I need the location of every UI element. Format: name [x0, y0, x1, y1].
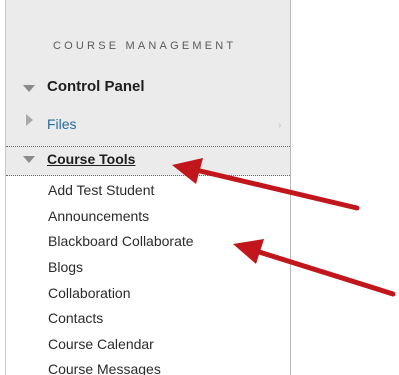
submenu-item-course-messages[interactable]: Course Messages	[48, 361, 161, 375]
submenu-item-blogs[interactable]: Blogs	[48, 259, 83, 275]
files-expand-icon[interactable]	[26, 114, 33, 126]
submenu-item-contacts[interactable]: Contacts	[48, 310, 103, 326]
control-panel-label[interactable]: Control Panel	[47, 78, 145, 95]
course-management-heading: COURSE MANAGEMENT	[53, 40, 237, 52]
control-panel-toggle-icon[interactable]	[23, 85, 35, 92]
submenu-item-collaboration[interactable]: Collaboration	[48, 285, 131, 301]
course-tools-toggle-icon[interactable]	[23, 156, 35, 163]
course-tools-link[interactable]: Course Tools	[47, 151, 135, 167]
course-tools-submenu: Add Test Student Announcements Blackboar…	[6, 176, 290, 375]
screenshot-stage: COURSE MANAGEMENT Control Panel Files › …	[0, 0, 399, 375]
submenu-item-announcements[interactable]: Announcements	[48, 208, 149, 224]
files-chevron-icon: ›	[278, 120, 282, 131]
course-management-panel: COURSE MANAGEMENT Control Panel Files › …	[5, 0, 291, 375]
submenu-item-course-calendar[interactable]: Course Calendar	[48, 336, 154, 352]
files-link[interactable]: Files	[47, 116, 77, 132]
submenu-item-blackboard-collaborate[interactable]: Blackboard Collaborate	[48, 233, 194, 249]
submenu-item-add-test-student[interactable]: Add Test Student	[48, 182, 154, 198]
